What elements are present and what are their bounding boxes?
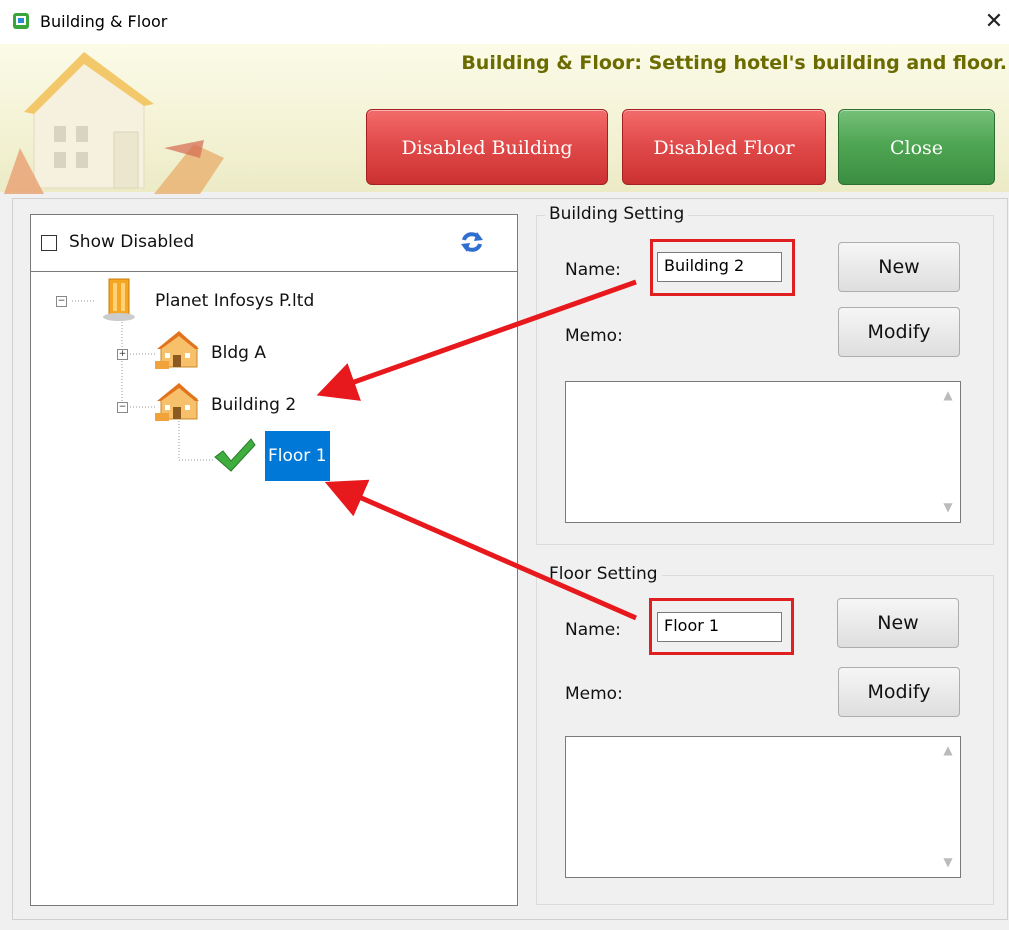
building-memo-label: Memo:	[565, 326, 623, 346]
window-close-button[interactable]: ✕	[978, 6, 1009, 38]
window-title: Building & Floor	[40, 12, 168, 31]
building-new-button[interactable]: New	[838, 242, 960, 292]
floor-memo-textarea[interactable]: ▲ ▼	[565, 736, 961, 878]
tree-node-root[interactable]: Planet Infosys P.ltd	[155, 291, 314, 311]
tree-node-floor-1-label: Floor 1	[268, 446, 327, 466]
disabled-floor-button[interactable]: Disabled Floor	[622, 109, 826, 185]
company-building-icon	[103, 278, 135, 321]
show-disabled-label: Show Disabled	[69, 232, 195, 252]
scroll-down-icon[interactable]: ▼	[940, 500, 956, 516]
building-floor-window: Building & Floor ✕ Building & Floor: Set…	[0, 0, 1009, 930]
floor-setting-title: Floor Setting	[545, 564, 662, 584]
floor-new-button[interactable]: New	[837, 598, 959, 648]
refresh-icon[interactable]	[459, 229, 485, 255]
building-illustration-icon	[4, 52, 224, 194]
app-icon	[13, 13, 29, 29]
building-icon	[155, 383, 199, 421]
building-name-label: Name:	[565, 260, 621, 280]
collapse-toggle-building-2[interactable]: −	[117, 402, 128, 413]
banner-headline: Building & Floor: Setting hotel's buildi…	[461, 52, 1007, 74]
floor-modify-button[interactable]: Modify	[838, 667, 960, 717]
collapse-toggle-root[interactable]: −	[56, 296, 67, 307]
tree-node-building-2[interactable]: Building 2	[211, 395, 296, 415]
floor-memo-label: Memo:	[565, 684, 623, 704]
building-modify-button[interactable]: Modify	[838, 307, 960, 357]
building-setting-title: Building Setting	[545, 204, 689, 224]
tree-node-bldg-a[interactable]: Bldg A	[211, 343, 266, 363]
building-memo-textarea[interactable]: ▲ ▼	[565, 381, 961, 523]
building-icon	[155, 331, 199, 369]
floor-name-label: Name:	[565, 620, 621, 640]
show-disabled-checkbox[interactable]	[41, 235, 57, 251]
checkmark-icon	[214, 438, 256, 472]
scroll-down-icon[interactable]: ▼	[940, 855, 956, 871]
tree-node-floor-1[interactable]: Floor 1	[265, 431, 330, 481]
floor-name-highlight	[649, 598, 794, 655]
tree-header: Show Disabled	[31, 215, 517, 272]
building-tree-panel: Show Disabled − Planet Infosys P.ltd + B…	[30, 214, 518, 906]
scroll-up-icon[interactable]: ▲	[940, 743, 956, 759]
disabled-building-button[interactable]: Disabled Building	[366, 109, 608, 185]
title-bar: Building & Floor ✕	[0, 0, 1009, 44]
expand-toggle-bldg-a[interactable]: +	[117, 349, 128, 360]
close-button[interactable]: Close	[838, 109, 995, 185]
building-name-highlight	[650, 239, 795, 296]
scroll-up-icon[interactable]: ▲	[940, 388, 956, 404]
